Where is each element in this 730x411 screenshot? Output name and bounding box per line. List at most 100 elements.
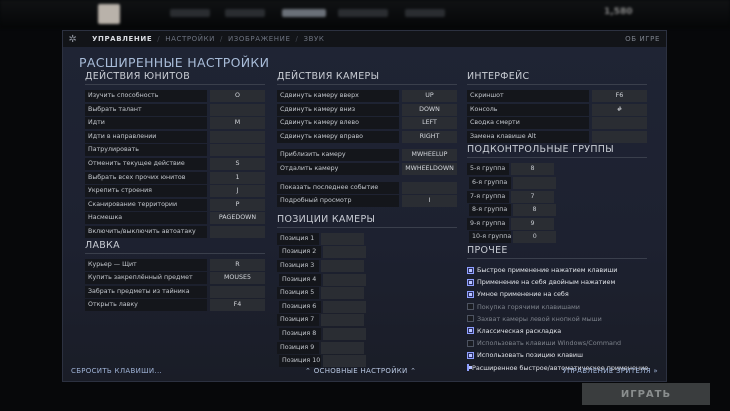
hotkey-field[interactable] bbox=[592, 117, 647, 130]
hotkey-label: 7-я группа bbox=[467, 190, 509, 203]
about-game-link[interactable]: ОБ ИГРЕ bbox=[625, 35, 660, 43]
top-tab[interactable] bbox=[338, 9, 388, 17]
top-tab[interactable] bbox=[225, 9, 265, 17]
section-heading: ЛАВКА bbox=[85, 240, 265, 254]
hotkey-field[interactable]: F4 bbox=[210, 299, 265, 312]
hotkey-label: Скриншот bbox=[467, 90, 589, 102]
option-checkbox[interactable]: Захват камеры левой кнопкой мыши bbox=[467, 313, 647, 325]
hotkey-field[interactable]: P bbox=[210, 198, 265, 211]
hotkey-row: Позиция 8 bbox=[279, 327, 369, 340]
checkbox-icon[interactable] bbox=[467, 290, 474, 298]
hotkey-field[interactable] bbox=[323, 246, 366, 259]
option-checkbox[interactable]: Покупка горячими клавишами bbox=[467, 301, 647, 313]
hotkey-field[interactable] bbox=[513, 176, 556, 189]
option-checkbox[interactable]: Использовать позицию клавиш bbox=[467, 349, 647, 361]
checkbox-icon[interactable] bbox=[467, 278, 474, 286]
hotkey-row: Консоль # bbox=[467, 103, 647, 116]
nav-separator: / bbox=[295, 35, 299, 43]
tab-video[interactable]: ИЗОБРАЖЕНИЕ bbox=[228, 35, 291, 43]
hotkey-field[interactable]: DOWN bbox=[402, 103, 457, 116]
hotkey-row: Сводка смерти bbox=[467, 117, 647, 130]
reset-keys-button[interactable]: СБРОСИТЬ КЛАВИШИ... bbox=[71, 367, 162, 375]
hotkey-field[interactable]: PAGEDOWN bbox=[210, 212, 265, 225]
spectator-controls-button[interactable]: УПРАВЛЕНИЕ ЗРИТЕЛЯ » bbox=[563, 367, 658, 375]
hotkey-field[interactable]: O bbox=[210, 90, 265, 102]
play-button[interactable]: ИГРАТЬ bbox=[582, 383, 710, 405]
tab-sound[interactable]: ЗВУК bbox=[303, 35, 324, 43]
hotkey-field[interactable]: J bbox=[210, 185, 265, 198]
hotkey-row: Отменить текущее действие S bbox=[85, 157, 265, 170]
hotkey-field[interactable] bbox=[210, 144, 265, 157]
hotkey-label: Сдвинуть камеру вниз bbox=[277, 103, 399, 116]
hotkey-field[interactable]: M bbox=[210, 117, 265, 130]
gear-icon[interactable]: ✲ bbox=[66, 34, 80, 45]
hotkey-field[interactable] bbox=[402, 181, 457, 194]
hotkey-field[interactable]: RIGHT bbox=[402, 130, 457, 143]
hotkey-field[interactable] bbox=[321, 314, 364, 327]
hotkey-field[interactable] bbox=[210, 103, 265, 116]
section-heading: ПОЗИЦИИ КАМЕРЫ bbox=[277, 214, 457, 228]
hotkey-label: Сдвинуть камеру вправо bbox=[277, 130, 399, 143]
hotkey-field[interactable]: 0 bbox=[513, 231, 557, 244]
hotkey-field[interactable]: R bbox=[210, 258, 265, 271]
option-checkbox[interactable]: Классическая раскладка bbox=[467, 325, 647, 337]
hotkey-field[interactable]: 8 bbox=[511, 163, 554, 176]
hotkey-row: Сканирование территории P bbox=[85, 198, 265, 211]
checkbox-icon[interactable] bbox=[467, 327, 474, 335]
hotkey-label: Сканирование территории bbox=[85, 198, 207, 211]
gold-count: 1,580 bbox=[604, 7, 633, 17]
column-middle: ДЕЙСТВИЯ КАМЕРЫ Сдвинуть камеру вверх UP С… bbox=[277, 71, 457, 369]
hotkey-field[interactable]: I bbox=[402, 195, 457, 208]
tab-controls[interactable]: УПРАВЛЕНИЕ bbox=[92, 35, 152, 43]
hotkey-field[interactable]: MOUSE5 bbox=[210, 272, 265, 285]
hotkey-field[interactable] bbox=[321, 341, 364, 354]
hotkey-field[interactable]: UP bbox=[402, 90, 457, 102]
checkbox-icon[interactable] bbox=[467, 303, 474, 311]
hotkey-field[interactable]: S bbox=[210, 157, 265, 170]
hotkey-field[interactable] bbox=[210, 285, 265, 298]
hotkey-field[interactable]: MWHEELUP bbox=[402, 149, 457, 162]
basic-settings-button[interactable]: ⌃ ОСНОВНЫЕ НАСТРОЙКИ ⌃ bbox=[305, 367, 416, 375]
option-checkbox[interactable]: Использовать клавиши Windows/Command bbox=[467, 337, 647, 349]
hotkey-field[interactable] bbox=[321, 287, 364, 300]
option-checkbox[interactable]: Применение на себя двойным нажатием bbox=[467, 276, 647, 288]
checkbox-icon[interactable] bbox=[467, 351, 474, 359]
hotkey-field[interactable]: # bbox=[592, 103, 647, 116]
hotkey-field[interactable]: 9 bbox=[511, 217, 554, 230]
hotkey-field[interactable]: F6 bbox=[592, 90, 647, 102]
option-checkbox[interactable]: Быстрое применение нажатием клавиши bbox=[467, 264, 647, 276]
hotkey-label: Приблизить камеру bbox=[277, 149, 399, 162]
top-tab[interactable] bbox=[170, 9, 210, 17]
hotkey-field[interactable]: 1 bbox=[210, 171, 265, 184]
section-heading: ПОДКОНТРОЛЬНЫЕ ГРУППЫ bbox=[467, 144, 647, 159]
hotkey-field[interactable] bbox=[210, 130, 265, 143]
hotkey-field[interactable] bbox=[323, 355, 366, 368]
top-tab[interactable] bbox=[405, 9, 445, 17]
option-checkbox[interactable]: Умное применение на себя bbox=[467, 288, 647, 300]
checkbox-icon[interactable] bbox=[467, 364, 472, 372]
hotkey-field[interactable] bbox=[592, 130, 647, 143]
hotkey-label: Позиция 7 bbox=[277, 314, 319, 327]
hotkey-field[interactable] bbox=[323, 300, 366, 313]
top-tab-active[interactable] bbox=[282, 9, 326, 17]
hotkey-field[interactable] bbox=[321, 232, 364, 245]
section-heading: ДЕЙСТВИЯ КАМЕРЫ bbox=[277, 71, 457, 85]
checkbox-icon[interactable] bbox=[467, 339, 474, 347]
hotkey-field[interactable] bbox=[323, 273, 366, 286]
hotkey-row: Скриншот F6 bbox=[467, 90, 647, 102]
hotkey-field[interactable]: 7 bbox=[511, 190, 554, 203]
hotkey-row: Сдвинуть камеру вправо RIGHT bbox=[277, 130, 457, 143]
hotkey-field[interactable] bbox=[210, 225, 265, 238]
tab-settings[interactable]: НАСТРОЙКИ bbox=[165, 35, 215, 43]
hotkey-field[interactable]: 8 bbox=[513, 204, 556, 217]
hotkey-row: Выбрать талант bbox=[85, 103, 265, 116]
dota-logo[interactable] bbox=[98, 4, 120, 24]
hotkey-row: Купить закреплённый предмет MOUSE5 bbox=[85, 272, 265, 285]
hotkey-field[interactable] bbox=[323, 327, 366, 340]
checkbox-icon[interactable] bbox=[467, 266, 474, 274]
hotkey-field[interactable] bbox=[321, 259, 364, 272]
checkbox-icon[interactable] bbox=[467, 315, 474, 323]
hotkey-field[interactable]: MWHEELDOWN bbox=[402, 162, 457, 175]
hotkey-field[interactable]: LEFT bbox=[402, 117, 457, 130]
top-bar: 1,580 bbox=[0, 0, 730, 28]
